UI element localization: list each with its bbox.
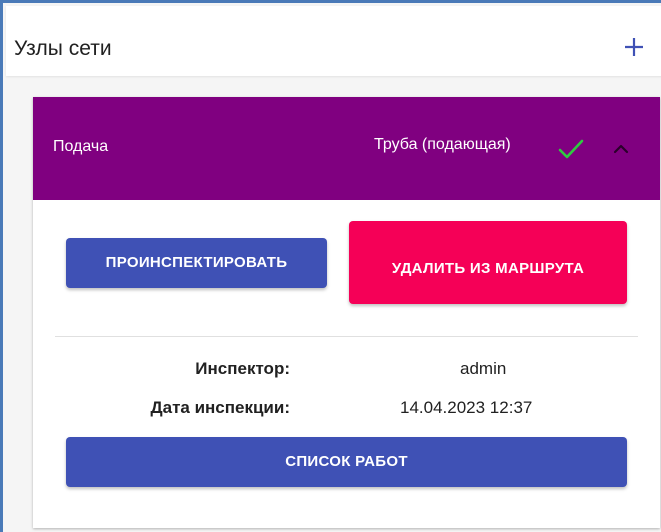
inspection-date-label: Дата инспекции:	[150, 398, 291, 417]
panel-header: Узлы сети	[6, 6, 661, 76]
node-name: Подача	[53, 138, 109, 155]
panel-title: Узлы сети	[14, 37, 112, 60]
chevron-up-icon[interactable]	[611, 141, 631, 155]
nodes-panel: Узлы сети Подача Труба (подающая) ПРОИНС…	[0, 0, 661, 532]
works-list-button[interactable]: СПИСОК РАБОТ	[66, 437, 627, 487]
inspect-button[interactable]: ПРОИНСПЕКТИРОВАТЬ	[66, 238, 327, 288]
check-icon	[558, 139, 584, 159]
plus-icon[interactable]	[623, 36, 645, 58]
node-type: Труба (подающая)	[374, 136, 511, 153]
divider	[55, 336, 638, 337]
inspector-value: admin	[460, 359, 507, 378]
node-card: Подача Труба (подающая) ПРОИНСПЕКТИРОВАТ…	[33, 97, 660, 528]
node-card-header[interactable]: Подача Труба (подающая)	[33, 97, 660, 200]
inspection-date-value: 14.04.2023 12:37	[400, 398, 533, 417]
inspector-label: Инспектор:	[195, 359, 290, 378]
remove-from-route-button[interactable]: УДАЛИТЬ ИЗ МАРШРУТА	[349, 221, 627, 304]
